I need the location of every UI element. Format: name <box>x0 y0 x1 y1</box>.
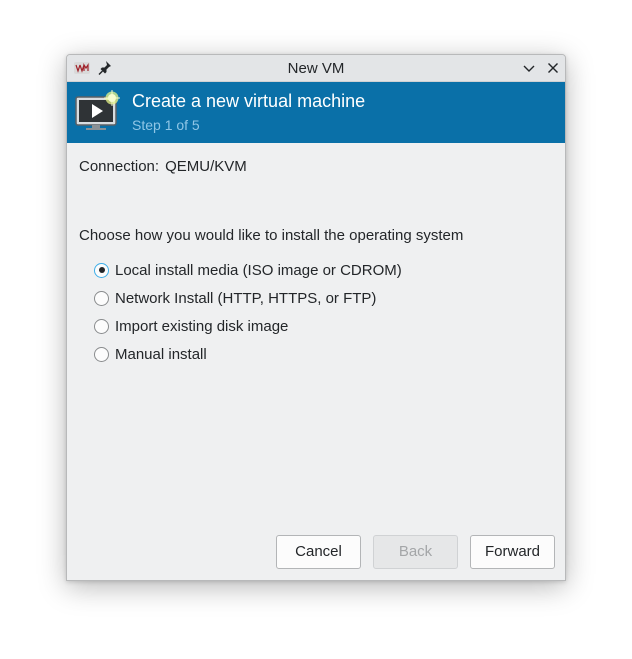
install-options: Local install media (ISO image or CDROM)… <box>94 256 402 368</box>
install-prompt: Choose how you would like to install the… <box>79 227 464 244</box>
chevron-down-icon[interactable] <box>521 60 537 76</box>
cancel-button[interactable]: Cancel <box>276 535 361 569</box>
option-label: Import existing disk image <box>115 317 289 335</box>
new-vm-window: New VM Create a new virtual machine Step… <box>66 54 566 581</box>
radio-network-install[interactable] <box>94 290 109 306</box>
back-button[interactable]: Back <box>373 535 458 569</box>
connection-label: Connection: <box>79 158 160 175</box>
option-manual-install[interactable]: Manual install <box>94 340 402 368</box>
connection-value: QEMU/KVM <box>165 158 247 175</box>
option-label: Network Install (HTTP, HTTPS, or FTP) <box>115 289 377 307</box>
option-label: Manual install <box>115 345 207 363</box>
window-title: New VM <box>287 60 345 77</box>
radio-local-install[interactable] <box>94 262 109 278</box>
step-indicator: Step 1 of 5 <box>132 117 200 133</box>
option-network-install[interactable]: Network Install (HTTP, HTTPS, or FTP) <box>94 284 402 312</box>
option-label: Local install media (ISO image or CDROM) <box>115 261 402 279</box>
new-vm-icon <box>75 90 120 130</box>
forward-button[interactable]: Forward <box>470 535 555 569</box>
connection-row: Connection: QEMU/KVM <box>79 158 247 175</box>
option-import-disk[interactable]: Import existing disk image <box>94 312 402 340</box>
option-local-install[interactable]: Local install media (ISO image or CDROM) <box>94 256 402 284</box>
banner-title: Create a new virtual machine <box>132 91 366 111</box>
radio-manual-install[interactable] <box>94 346 109 362</box>
close-icon[interactable] <box>545 60 561 76</box>
title-bar[interactable]: New VM <box>67 55 565 82</box>
radio-import-disk[interactable] <box>94 318 109 334</box>
header-banner: Create a new virtual machine Step 1 of 5 <box>67 82 565 143</box>
